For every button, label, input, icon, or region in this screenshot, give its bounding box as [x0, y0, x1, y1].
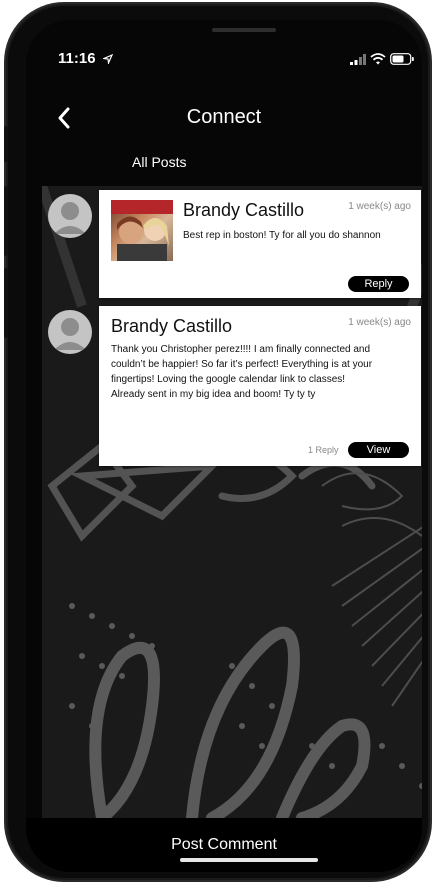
- post-photo: [111, 200, 173, 261]
- post-text-line: couldn’t be happier! So far it’s perfect…: [111, 359, 373, 370]
- location-arrow-icon: [103, 54, 113, 64]
- post-comment-button[interactable]: Post Comment: [26, 836, 422, 854]
- cellular-signal-icon: [350, 54, 366, 65]
- footer-bar: Post Comment: [26, 818, 422, 872]
- screen: 11:16 Connect All Posts Brandy Castillo …: [26, 20, 422, 872]
- user-placeholder-icon: [54, 202, 86, 234]
- mute-switch: [4, 126, 8, 162]
- post-time: 1 week(s) ago: [348, 201, 411, 212]
- post-author[interactable]: Brandy Castillo: [111, 316, 232, 337]
- avatar: [48, 310, 92, 354]
- post-text-line: Already sent in my big idea and boom! Ty…: [111, 389, 316, 400]
- post-time: 1 week(s) ago: [348, 317, 411, 328]
- status-bar: 11:16: [26, 50, 422, 70]
- battery-icon: [390, 53, 414, 65]
- reply-button[interactable]: Reply: [348, 276, 409, 292]
- home-indicator[interactable]: [180, 858, 318, 862]
- speaker-notch: [212, 28, 276, 32]
- page-title: Connect: [186, 106, 262, 128]
- avatar: [48, 194, 92, 238]
- post-text-line: fingertips! Loving the google calendar l…: [111, 374, 346, 385]
- user-placeholder-icon: [54, 318, 86, 350]
- reply-count[interactable]: 1 Reply: [308, 445, 339, 455]
- volume-down-button: [4, 268, 8, 338]
- post-text-line: Thank you Christopher perez!!!! I am fin…: [111, 344, 371, 355]
- tab-all-posts[interactable]: All Posts: [132, 154, 186, 170]
- post-card: Brandy Castillo 1 week(s) ago Thank you …: [99, 306, 421, 466]
- view-button[interactable]: View: [348, 442, 409, 458]
- wifi-icon: [370, 53, 386, 65]
- post-text: Best rep in boston! Ty for all you do sh…: [183, 230, 381, 241]
- post-card: Brandy Castillo 1 week(s) ago Best rep i…: [99, 190, 421, 298]
- post-text: Thank you Christopher perez!!!! I am fin…: [111, 342, 416, 402]
- phone-frame: 11:16 Connect All Posts Brandy Castillo …: [4, 6, 428, 878]
- status-time: 11:16: [58, 50, 96, 67]
- photo-image: [111, 200, 173, 261]
- volume-up-button: [4, 186, 8, 256]
- post-author[interactable]: Brandy Castillo: [183, 200, 304, 221]
